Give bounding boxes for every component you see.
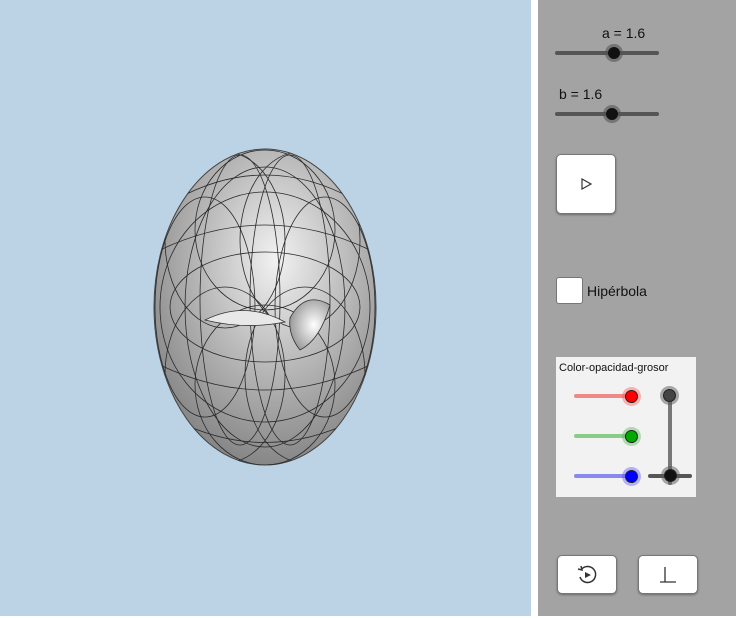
blue-slider-knob[interactable] (625, 470, 638, 483)
slider-b-label: b = 1.6 (559, 86, 603, 102)
hiperbola-label: Hipérbola (587, 283, 647, 299)
thickness-slider-knob[interactable] (664, 469, 677, 482)
play-icon (581, 177, 593, 191)
hiperbola-checkbox[interactable] (556, 277, 583, 304)
reset-icon (577, 565, 597, 583)
slider-b-knob[interactable] (606, 108, 618, 120)
slider-a-track[interactable] (555, 51, 659, 55)
play-button[interactable] (556, 154, 616, 214)
color-opacity-thickness-panel: Color-opacidad-grosor (556, 357, 696, 497)
green-slider-knob[interactable] (625, 430, 638, 443)
red-slider-knob[interactable] (625, 390, 638, 403)
opacity-slider-knob[interactable] (663, 389, 676, 402)
color-panel-title: Color-opacidad-grosor (559, 362, 669, 374)
axes-icon (660, 566, 676, 583)
torus-surface (153, 148, 377, 466)
slider-a-knob[interactable] (608, 47, 620, 59)
reset-button[interactable] (557, 555, 617, 594)
slider-a-label: a = 1.6 (602, 25, 646, 41)
view-divider[interactable] (531, 0, 538, 618)
axes-button[interactable] (638, 555, 698, 594)
graphics-3d-view[interactable] (0, 0, 531, 616)
